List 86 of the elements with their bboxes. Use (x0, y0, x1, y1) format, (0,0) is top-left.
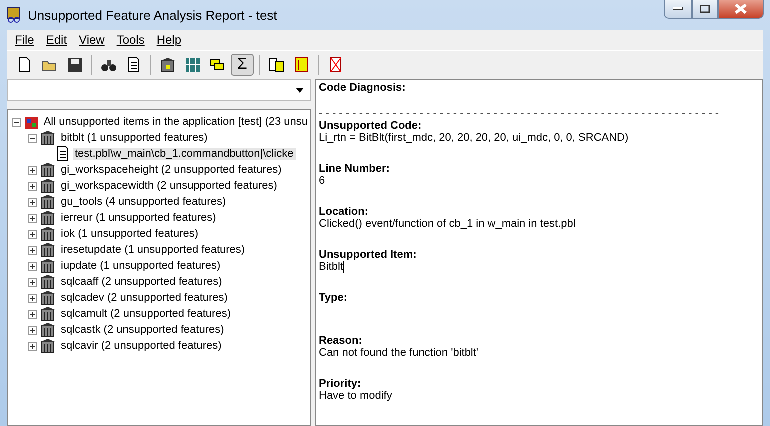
tree-item[interactable]: All unsupported items in the application [test] (23 unsu (42, 116, 310, 128)
caret-icon (296, 88, 304, 92)
floppy-icon (66, 57, 82, 73)
building-icon (40, 162, 56, 178)
menu-item[interactable]: Help (152, 33, 186, 47)
section-heading: Priority: (319, 378, 362, 390)
section-heading: Location: (319, 206, 370, 218)
section-heading: Line Number: (319, 163, 391, 175)
document-icon (56, 146, 70, 162)
new-file-icon (16, 57, 32, 73)
section-value: Bitblt (319, 261, 344, 273)
tree-item[interactable]: sqlcamult (2 unsupported features) (59, 308, 233, 320)
building-icon (40, 226, 56, 242)
tree-item[interactable]: iok (1 unsupported features) (59, 228, 201, 240)
expand-toggle[interactable] (28, 198, 37, 206)
expand-toggle[interactable] (28, 230, 37, 238)
expand-toggle[interactable] (28, 310, 37, 318)
menu-item[interactable]: View (75, 33, 109, 47)
dropdown-field[interactable] (7, 79, 311, 101)
stack-icon (210, 57, 226, 73)
close-icon (735, 4, 747, 14)
section-heading: Type: (319, 292, 349, 304)
tree-item[interactable]: ierreur (1 unsupported features) (59, 212, 218, 224)
expand-toggle[interactable] (28, 294, 37, 302)
tree-item[interactable]: sqlcadev (2 unsupported features) (59, 292, 230, 304)
binoculars-icon (100, 57, 116, 73)
expand-toggle[interactable] (28, 326, 37, 334)
expand-toggle[interactable] (28, 262, 37, 270)
tree-item[interactable]: iupdate (1 unsupported features) (59, 260, 223, 272)
building-icon (40, 258, 56, 274)
minimize-icon (673, 7, 683, 11)
menu-item[interactable]: Edit (42, 33, 72, 47)
tree-item[interactable]: iresetupdate (1 unsupported features) (59, 244, 248, 256)
collapse-toggle[interactable] (12, 118, 21, 126)
expand-toggle[interactable] (28, 214, 37, 222)
maximize-icon (700, 5, 710, 13)
building-icon (40, 290, 56, 306)
window-title: Unsupported Feature Analysis Report - test (28, 8, 278, 22)
section-heading: Unsupported Item: (319, 249, 418, 261)
section-value: 6 (319, 175, 326, 187)
building-icon (40, 306, 56, 322)
clipboard-icon (268, 57, 284, 73)
tree-item[interactable]: gi_workspacewidth (2 unsupported features) (59, 180, 280, 192)
tree-item[interactable]: bitblt (1 unsupported features) (59, 132, 210, 144)
building-icon (40, 242, 56, 258)
report-title: Code Diagnosis: (319, 82, 407, 94)
building-icon (40, 274, 56, 290)
building-icon (40, 194, 56, 210)
close-button[interactable] (718, 0, 764, 19)
building-icon (40, 322, 56, 338)
section-value: Can not found the function 'bitblt' (319, 347, 479, 359)
tree-item[interactable]: sqlcavir (2 unsupported features) (59, 340, 224, 352)
expand-toggle[interactable] (28, 182, 37, 190)
document-icon (126, 57, 142, 73)
delete-icon (328, 57, 344, 73)
building-icon (40, 338, 56, 354)
minimize-button[interactable] (664, 0, 692, 19)
section-heading: Reason: (319, 335, 364, 347)
section-value: Clicked() event/function of cb_1 in w_main in test.pbl (319, 218, 576, 230)
collapse-toggle[interactable] (28, 134, 37, 142)
text-cursor (343, 261, 344, 274)
expand-toggle[interactable] (28, 342, 37, 350)
expand-toggle[interactable] (28, 166, 37, 174)
building-icon (40, 130, 56, 146)
tree-item[interactable]: gi_workspaceheight (2 unsupported features) (59, 164, 284, 176)
maximize-button[interactable] (692, 0, 718, 19)
grid-icon (184, 57, 200, 73)
building-icon (40, 178, 56, 194)
app-icon (6, 7, 22, 23)
tree-item[interactable]: test.pbl\w_main\cb_1.commandbutton|\clicke (73, 148, 296, 160)
tree-item[interactable]: sqlcastk (2 unsupported features) (59, 324, 226, 336)
section-value: Li_rtn = BitBlt(first_mdc, 20, 20, 20, 20, ui_mdc, 0, 0, SRCAND) (319, 132, 629, 144)
tree-item[interactable]: sqlcaaff (2 unsupported features) (59, 276, 224, 288)
menu-item[interactable]: Tools (112, 33, 149, 47)
colorful-cube-icon (24, 114, 39, 130)
building-icon (40, 210, 56, 226)
report-icon (294, 57, 310, 73)
section-value: Have to modify (319, 390, 392, 402)
menu-item[interactable]: File (11, 33, 38, 47)
section-heading: Unsupported Code: (319, 120, 423, 132)
toolbar-button[interactable]: Σ (231, 54, 254, 76)
building-icon (160, 57, 176, 73)
expand-toggle[interactable] (28, 246, 37, 254)
expand-toggle[interactable] (28, 278, 37, 286)
tree-item[interactable]: gu_tools (4 unsupported features) (59, 196, 228, 208)
separator-text: - - - - - - - - - - - - - - - - - - - - - - - - - - - - - - - - - - - - - - - - - - - - - - - - - - - - - - - - - - - - (319, 108, 720, 120)
